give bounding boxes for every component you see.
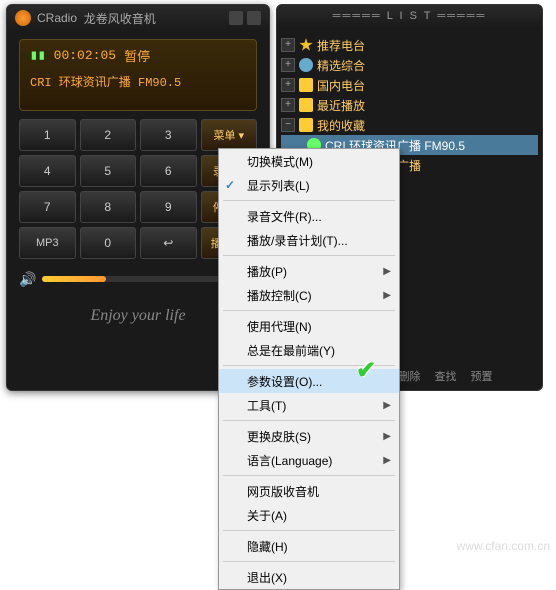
- tree-node[interactable]: +推荐电台: [281, 35, 538, 55]
- display-panel: ▮▮ 00:02:05 暂停 CRI 环球资讯广播 FM90.5: [19, 39, 257, 111]
- menu-button[interactable]: 菜单 ▾: [201, 119, 258, 151]
- folder-icon: [299, 78, 313, 92]
- menu-play[interactable]: 播放(P)▶: [219, 259, 399, 283]
- key-9[interactable]: 9: [140, 191, 197, 223]
- menu-about[interactable]: 关于(A): [219, 503, 399, 527]
- menu-switch-mode[interactable]: 切换模式(M): [219, 149, 399, 173]
- volume-slider[interactable]: [42, 276, 225, 282]
- tree-node[interactable]: +精选综合: [281, 55, 538, 75]
- menu-language[interactable]: 语言(Language)▶: [219, 448, 399, 472]
- menu-show-list[interactable]: ✓显示列表(L): [219, 173, 399, 197]
- titlebar: CRadio 龙卷风收音机: [7, 5, 269, 31]
- key-2[interactable]: 2: [80, 119, 137, 151]
- check-icon: ✓: [225, 178, 235, 192]
- folder-icon: [299, 118, 313, 132]
- elapsed-time: 00:02:05: [54, 48, 116, 63]
- key-4[interactable]: 4: [19, 155, 76, 187]
- menu-play-ctrl[interactable]: 播放控制(C)▶: [219, 283, 399, 307]
- key-1[interactable]: 1: [19, 119, 76, 151]
- key-5[interactable]: 5: [80, 155, 137, 187]
- key-3[interactable]: 3: [140, 119, 197, 151]
- key-0[interactable]: 0: [80, 227, 137, 259]
- watermark-text: www.cfan.com.cn: [457, 539, 550, 553]
- key-8[interactable]: 8: [80, 191, 137, 223]
- tree-node[interactable]: +最近播放: [281, 95, 538, 115]
- app-title: CRadio: [37, 11, 77, 25]
- annotation-checkmark-icon: ✔: [356, 356, 376, 385]
- speaker-icon[interactable]: 🔊: [19, 271, 36, 288]
- key-enter[interactable]: ↩: [140, 227, 197, 259]
- list-header: ═════ L I S T ═════: [277, 5, 542, 27]
- menu-skin[interactable]: 更换皮肤(S)▶: [219, 424, 399, 448]
- minimize-button[interactable]: [229, 11, 243, 25]
- key-7[interactable]: 7: [19, 191, 76, 223]
- footer-find[interactable]: 查找: [435, 368, 457, 384]
- menu-hide[interactable]: 隐藏(H): [219, 534, 399, 558]
- play-status: 暂停: [124, 46, 150, 65]
- menu-play-plan[interactable]: 播放/录音计划(T)...: [219, 228, 399, 252]
- menu-web[interactable]: 网页版收音机: [219, 479, 399, 503]
- menu-tools[interactable]: 工具(T)▶: [219, 393, 399, 417]
- pause-icon: ▮▮: [30, 48, 46, 63]
- tree-node[interactable]: +国内电台: [281, 75, 538, 95]
- app-subtitle: 龙卷风收音机: [84, 10, 156, 27]
- menu-exit[interactable]: 退出(X): [219, 565, 399, 589]
- chevron-right-icon: ▶: [383, 290, 391, 301]
- menu-rec-file[interactable]: 录音文件(R)...: [219, 204, 399, 228]
- footer-preset[interactable]: 预置: [471, 368, 493, 384]
- close-button[interactable]: [247, 11, 261, 25]
- mp3-button[interactable]: MP3: [19, 227, 76, 259]
- app-logo-icon: [15, 10, 31, 26]
- chevron-right-icon: ▶: [383, 400, 391, 411]
- chevron-right-icon: ▶: [383, 431, 391, 442]
- menu-proxy[interactable]: 使用代理(N): [219, 314, 399, 338]
- tree-node[interactable]: −我的收藏: [281, 115, 538, 135]
- chevron-right-icon: ▶: [383, 266, 391, 277]
- gear-icon: [299, 58, 313, 72]
- star-icon: [299, 38, 313, 52]
- key-6[interactable]: 6: [140, 155, 197, 187]
- station-name: CRI 环球资讯广播 FM90.5: [30, 73, 246, 90]
- footer-delete[interactable]: 删除: [399, 368, 421, 384]
- chevron-right-icon: ▶: [383, 455, 391, 466]
- folder-icon: [299, 98, 313, 112]
